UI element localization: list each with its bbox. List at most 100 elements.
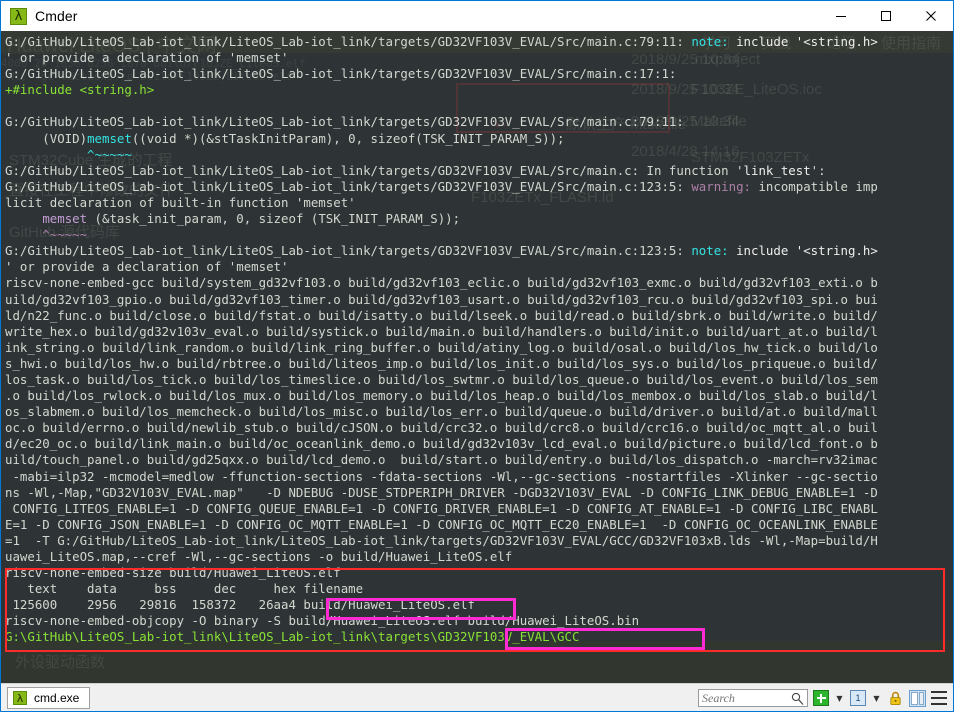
title-bar-left: λ Cmder: [1, 7, 78, 25]
search-icon: [791, 692, 804, 705]
search-input[interactable]: [702, 690, 792, 706]
window-title: Cmder: [35, 8, 78, 24]
terminal-text: (VOID): [5, 130, 88, 146]
terminal-line: licit declaration of built-in function '…: [5, 195, 953, 211]
terminal-text: memset: [87, 130, 132, 146]
terminal-text: -mabi=ilp32 -mcmodel=medlow -ffunction-s…: [5, 468, 878, 484]
terminal-line: d/ec20_oc.o build/link_main.o build/oc_o…: [5, 436, 953, 452]
terminal-text: G:/GitHub/LiteOS_Lab-iot_link/LiteOS_Lab…: [5, 178, 692, 194]
terminal-line: ld/n22_func.o build/close.o build/fstat.…: [5, 308, 953, 324]
terminal-text: riscv-none-embed-gcc build/system_gd32vf…: [5, 275, 878, 291]
terminal-line: ^~~~~~: [5, 147, 953, 163]
lambda-icon: λ: [10, 7, 27, 25]
terminal-line: G:/GitHub/LiteOS_Lab-iot_link/LiteOS_Lab…: [5, 34, 953, 50]
terminal-line: os_slabmem.o build/los_memcheck.o build/…: [5, 404, 953, 420]
terminal-text: include '<string.h>: [736, 34, 878, 49]
terminal-text: incompatible imp: [758, 178, 878, 194]
terminal-line: uild/gd32vf103_gpio.o build/gd32vf103_ti…: [5, 292, 953, 308]
terminal-text: s_hwi.o build/los_hw.o build/rbtree.o bu…: [5, 355, 878, 371]
title-bar: λ Cmder: [1, 1, 953, 31]
terminal-text: (&task_init_param, 0, sizeof (TSK_INIT_P…: [87, 211, 461, 227]
panel-icon: [908, 689, 926, 707]
close-button[interactable]: [908, 1, 953, 31]
terminal-text: ((void *)(&stTaskInitParam), 0, sizeof(T…: [131, 130, 565, 146]
terminal-line: (VOID)memset((void *)(&stTaskInitParam),…: [5, 131, 953, 147]
terminal-text: licit declaration of built-in function '…: [5, 194, 356, 210]
terminal-line: G:/GitHub/LiteOS_Lab-iot_link/LiteOS_Lab…: [5, 66, 953, 82]
terminal-text: .o build/los_rwlock.o build/los_mux.o bu…: [5, 388, 878, 404]
terminal-text: uild/gd32vf103_gpio.o build/gd32vf103_ti…: [5, 291, 878, 307]
terminal-line: .o build/los_rwlock.o build/los_mux.o bu…: [5, 388, 953, 404]
status-bar-right: ▼ 1 ▼: [698, 684, 948, 711]
terminal-text: memset: [42, 211, 88, 227]
terminal-area[interactable]: Huawei LiteOS | 中文网 学习 实战 论坛 使用指南 .mxpro…: [1, 31, 953, 683]
terminal-output: G:/GitHub/LiteOS_Lab-iot_link/LiteOS_Lab…: [1, 31, 953, 646]
minimize-button[interactable]: [818, 1, 863, 31]
maximize-button[interactable]: [863, 1, 908, 31]
terminal-line: uawei_LiteOS.map,--cref -Wl,--gc-section…: [5, 549, 953, 565]
terminal-text: ink_string.o build/link_random.o build/l…: [5, 339, 878, 355]
search-box[interactable]: [698, 689, 808, 707]
terminal-line: ' or provide a declaration of 'memset': [5, 50, 953, 66]
terminal-text: write_hex.o build/gd32v103v_eval.o build…: [5, 323, 878, 339]
terminal-text: E=1 -D CONFIG_JSON_ENABLE=1 -D CONFIG_OC…: [5, 516, 878, 532]
lambda-icon: λ: [13, 691, 27, 705]
minimize-icon: [835, 16, 846, 17]
terminal-line: riscv-none-embed-objcopy -O binary -S bu…: [5, 613, 953, 629]
terminal-line: ns -Wl,-Map,"GD32V103V_EVAL.map" -D NDEB…: [5, 485, 953, 501]
terminal-text: riscv-none-embed-size build/Huawei_LiteO…: [5, 565, 341, 581]
terminal-line: s_hwi.o build/los_hw.o build/rbtree.o bu…: [5, 356, 953, 372]
terminal-text: uild/touch_panel.o build/gd25qxx.o build…: [5, 452, 878, 468]
terminal-text: ^~~~~~: [5, 227, 88, 243]
terminal-line: G:/GitHub/LiteOS_Lab-iot_link/LiteOS_Lab…: [5, 114, 953, 130]
terminal-text: ' or provide a declaration of 'memset': [5, 259, 289, 275]
hamburger-icon: [931, 691, 947, 705]
terminal-text: note:: [691, 243, 737, 259]
terminal-line: memset (&task_init_param, 0, sizeof (TSK…: [5, 211, 953, 227]
status-bar: λ cmd.exe ▼ 1 ▼: [1, 683, 953, 711]
terminal-line: riscv-none-embed-gcc build/system_gd32vf…: [5, 275, 953, 291]
terminal-text: G:/GitHub/LiteOS_Lab-iot_link/LiteOS_Lab…: [5, 34, 692, 49]
terminal-line: ink_string.o build/link_random.o build/l…: [5, 340, 953, 356]
terminal-text: note:: [691, 34, 737, 49]
terminal-text: G:/GitHub/LiteOS_Lab-iot_link/LiteOS_Lab…: [5, 66, 677, 82]
terminal-line: G:/GitHub/LiteOS_Lab-iot_link/LiteOS_Lab…: [5, 179, 953, 195]
terminal-text: G:\GitHub\LiteOS_Lab-iot_link\LiteOS_Lab…: [5, 629, 580, 645]
terminal-line: CONFIG_LITEOS_ENABLE=1 -D CONFIG_QUEUE_E…: [5, 501, 953, 517]
terminal-text: ^~~~~~: [5, 146, 132, 162]
terminal-line: oc.o build/errno.o build/newlib_stub.o b…: [5, 420, 953, 436]
terminal-text: oc.o build/errno.o build/newlib_stub.o b…: [5, 420, 878, 436]
terminal-text: uawei_LiteOS.map,--cref -Wl,--gc-section…: [5, 549, 513, 564]
console-tab[interactable]: λ cmd.exe: [7, 687, 91, 709]
toggle-panel-button[interactable]: [908, 689, 926, 707]
terminal-line: ' or provide a declaration of 'memset': [5, 259, 953, 275]
terminal-line: riscv-none-embed-size build/Huawei_LiteO…: [5, 565, 953, 581]
terminal-text: ld/n22_func.o build/close.o build/fstat.…: [5, 307, 878, 323]
new-console-dropdown[interactable]: ▼: [834, 689, 845, 707]
terminal-text: riscv-none-embed-objcopy -O binary -S bu…: [5, 613, 640, 629]
terminal-line: E=1 -D CONFIG_JSON_ENABLE=1 -D CONFIG_OC…: [5, 517, 953, 533]
terminal-text: warning:: [691, 178, 759, 194]
terminal-line: 125600 2956 29816 158372 26aa4 build/Hua…: [5, 597, 953, 613]
terminal-line: text data bss dec hex filename: [5, 581, 953, 597]
terminal-text: G:/GitHub/LiteOS_Lab-iot_link/LiteOS_Lab…: [5, 243, 692, 259]
admin-lock-button[interactable]: [886, 689, 904, 707]
menu-button[interactable]: [930, 689, 948, 707]
plus-icon: [813, 690, 829, 706]
active-console-button[interactable]: 1: [849, 689, 867, 707]
active-console-dropdown[interactable]: ▼: [871, 689, 882, 707]
terminal-text: ns -Wl,-Map,"GD32V103V_EVAL.map" -D NDEB…: [5, 484, 878, 500]
new-console-button[interactable]: [812, 689, 830, 707]
terminal-text: ' or provide a declaration of 'memset': [5, 50, 289, 66]
terminal-line: ^~~~~~: [5, 227, 953, 243]
terminal-line: -mabi=ilp32 -mcmodel=medlow -ffunction-s…: [5, 469, 953, 485]
terminal-line: uild/touch_panel.o build/gd25qxx.o build…: [5, 452, 953, 468]
terminal-line: G:/GitHub/LiteOS_Lab-iot_link/LiteOS_Lab…: [5, 243, 953, 259]
terminal-line: G:/GitHub/LiteOS_Lab-iot_link/LiteOS_Lab…: [5, 163, 953, 179]
terminal-text: G:/GitHub/LiteOS_Lab-iot_link/LiteOS_Lab…: [5, 114, 684, 130]
terminal-text: los_task.o build/los_tick.o build/los_ti…: [5, 371, 878, 387]
terminal-line: G:\GitHub\LiteOS_Lab-iot_link\LiteOS_Lab…: [5, 629, 953, 645]
console-tab-label: cmd.exe: [34, 691, 80, 705]
